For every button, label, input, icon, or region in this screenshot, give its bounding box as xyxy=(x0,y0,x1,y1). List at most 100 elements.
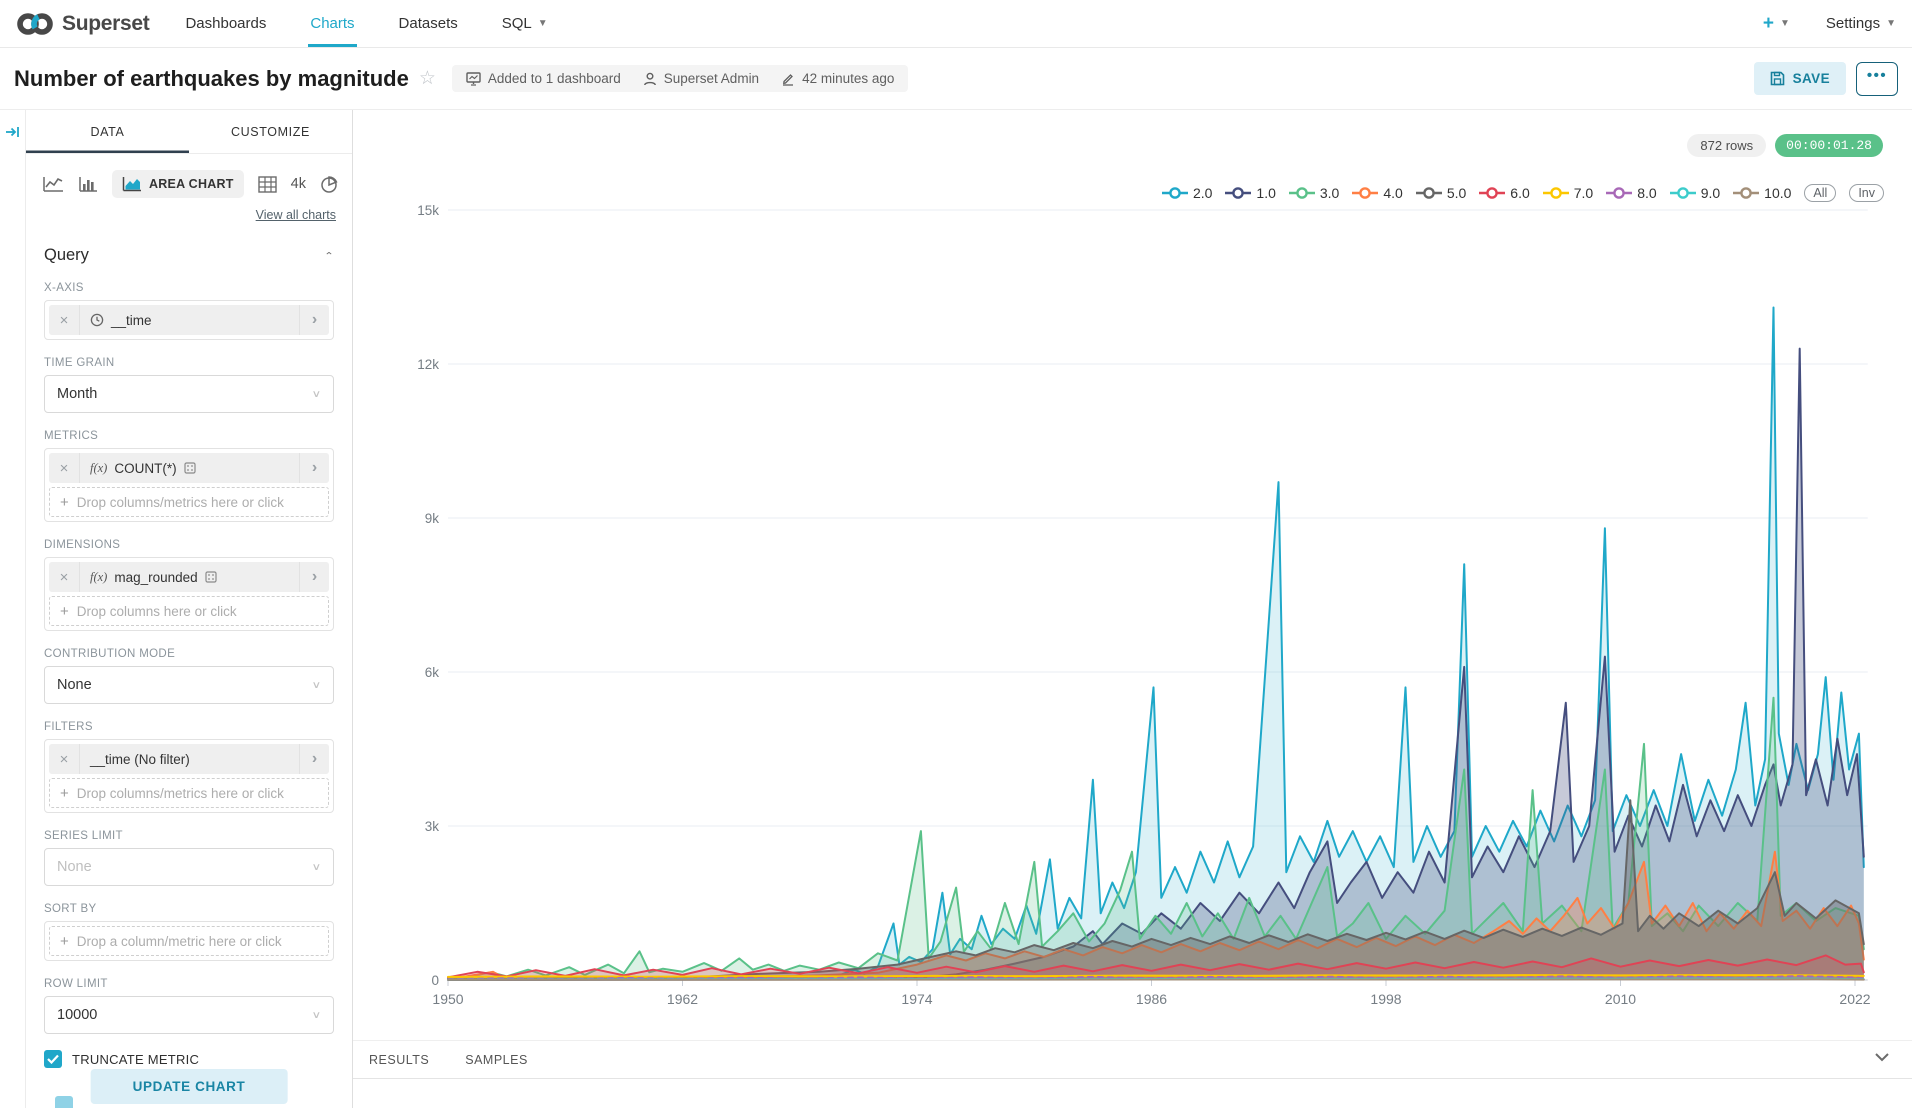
caret-down-icon: ▼ xyxy=(1780,18,1790,29)
data-panel: DATA CUSTOMIZE AREA CHART 4k View all ch… xyxy=(26,110,353,1108)
svg-text:1986: 1986 xyxy=(1136,991,1167,1007)
user-icon xyxy=(643,72,657,86)
svg-text:1962: 1962 xyxy=(667,991,698,1007)
svg-text:9k: 9k xyxy=(425,511,440,526)
chevron-up-icon[interactable]: ⌃ xyxy=(324,250,334,261)
control-label: DIMENSIONS xyxy=(44,539,334,551)
filter-pill[interactable]: × __time (No filter) › xyxy=(49,744,329,774)
function-icon: f(x) xyxy=(90,461,107,476)
caret-down-icon: ∨ xyxy=(311,861,321,873)
svg-text:15k: 15k xyxy=(417,203,439,218)
check-icon xyxy=(47,1054,59,1064)
dashboard-icon xyxy=(466,72,481,86)
tab-samples[interactable]: SAMPLES xyxy=(465,1053,528,1067)
plus-icon: + xyxy=(60,494,69,511)
nav-sql[interactable]: SQL▼ xyxy=(500,0,550,47)
query-title: Query xyxy=(44,246,89,265)
chevron-right-icon[interactable]: › xyxy=(299,453,329,483)
save-button[interactable]: SAVE xyxy=(1754,62,1846,95)
remove-icon[interactable]: × xyxy=(49,562,80,592)
tab-data[interactable]: DATA xyxy=(26,110,189,153)
chart-header: Number of earthquakes by magnitude ☆ Add… xyxy=(0,48,1912,110)
chevron-right-icon[interactable]: › xyxy=(299,305,329,335)
caret-down-icon: ▼ xyxy=(538,18,548,29)
time-grain-select[interactable]: Month ∨ xyxy=(44,375,334,413)
caret-down-icon: ∨ xyxy=(311,679,321,691)
chevron-right-icon[interactable]: › xyxy=(299,562,329,592)
plus-icon: + xyxy=(60,933,69,950)
contribution-mode-select[interactable]: None ∨ xyxy=(44,666,334,704)
svg-text:3k: 3k xyxy=(425,819,440,834)
tab-results[interactable]: RESULTS xyxy=(369,1053,429,1067)
remove-icon[interactable]: × xyxy=(49,305,80,335)
area-chart-button[interactable]: AREA CHART xyxy=(112,170,244,198)
remove-icon[interactable]: × xyxy=(49,744,80,774)
dashboard-count[interactable]: Added to 1 dashboard xyxy=(466,71,621,86)
control-label: FILTERS xyxy=(44,721,334,733)
svg-text:2022: 2022 xyxy=(1839,991,1870,1007)
metric-pill[interactable]: × f(x) COUNT(*) › xyxy=(49,453,329,483)
page-title: Number of earthquakes by magnitude xyxy=(14,66,409,92)
truncate-metric-checkbox[interactable] xyxy=(44,1050,62,1068)
chart-meta: Added to 1 dashboard Superset Admin 42 m… xyxy=(452,65,908,92)
control-label: X-AXIS xyxy=(44,282,334,294)
viztype-row: AREA CHART 4k xyxy=(42,170,340,198)
svg-text:6k: 6k xyxy=(425,665,440,680)
bar-chart-icon[interactable] xyxy=(78,175,98,193)
results-tabs: RESULTS SAMPLES xyxy=(353,1041,1912,1079)
caret-down-icon: ▼ xyxy=(1886,18,1896,29)
pencil-icon xyxy=(781,72,795,86)
control-series-limit: SERIES LIMIT None ∨ xyxy=(44,830,334,886)
dimension-pill[interactable]: × f(x) mag_rounded › xyxy=(49,562,329,592)
filters-dropzone[interactable]: + Drop columns/metrics here or click xyxy=(49,778,329,808)
table-chart-icon[interactable] xyxy=(258,176,277,193)
chevron-right-icon[interactable]: › xyxy=(299,744,329,774)
more-options-button[interactable]: ••• xyxy=(1856,62,1898,96)
settings-menu[interactable]: Settings▼ xyxy=(1826,15,1896,32)
svg-text:1998: 1998 xyxy=(1370,991,1401,1007)
control-metrics: METRICS × f(x) COUNT(*) › + Drop columns… xyxy=(44,430,334,522)
view-all-charts-link[interactable]: View all charts xyxy=(26,208,336,222)
big-number-chart-icon[interactable]: 4k xyxy=(291,176,306,192)
row-limit-select[interactable]: 10000 ∨ xyxy=(44,996,334,1034)
caret-down-icon: ∨ xyxy=(311,1009,321,1021)
new-item-button[interactable]: +▼ xyxy=(1763,13,1790,35)
dimensions-dropzone[interactable]: + Drop columns here or click xyxy=(49,596,329,626)
control-dimensions: DIMENSIONS × f(x) mag_rounded › + Drop c… xyxy=(44,539,334,631)
navbar: Superset Dashboards Charts Datasets SQL▼… xyxy=(0,0,1912,48)
certified-grid-icon xyxy=(184,462,196,474)
nav-datasets[interactable]: Datasets xyxy=(397,0,460,47)
favorite-star-icon[interactable]: ☆ xyxy=(419,67,436,90)
collapse-results-icon[interactable] xyxy=(1874,1049,1890,1067)
nav-charts[interactable]: Charts xyxy=(308,0,356,47)
control-x-axis: X-AXIS × __time › xyxy=(44,282,334,340)
series-limit-select[interactable]: None ∨ xyxy=(44,848,334,886)
pie-chart-icon[interactable] xyxy=(320,175,339,194)
control-label: METRICS xyxy=(44,430,334,442)
sort-by-dropzone[interactable]: + Drop a column/metric here or click xyxy=(49,926,329,956)
control-contribution-mode: CONTRIBUTION MODE None ∨ xyxy=(44,648,334,704)
truncate-metric-row: TRUNCATE METRIC xyxy=(44,1050,334,1068)
tab-customize[interactable]: CUSTOMIZE xyxy=(189,110,352,153)
superset-logo[interactable]: Superset xyxy=(16,0,149,47)
metrics-dropzone[interactable]: + Drop columns/metrics here or click xyxy=(49,487,329,517)
query-section-header: Query ⌃ xyxy=(44,246,334,265)
nav-dashboards[interactable]: Dashboards xyxy=(183,0,268,47)
chart-region: 872 rows 00:00:01.28 2.01.03.04.05.06.07… xyxy=(353,110,1912,1108)
area-chart-icon xyxy=(122,176,142,192)
plus-icon: + xyxy=(60,785,69,802)
truncate-metric-label: TRUNCATE METRIC xyxy=(72,1052,199,1067)
chart-owner[interactable]: Superset Admin xyxy=(643,71,759,86)
partial-checkbox[interactable] xyxy=(55,1096,73,1108)
svg-text:2010: 2010 xyxy=(1605,991,1636,1007)
area-chart-canvas[interactable]: 03k6k9k12k15k195019621974198619982010202… xyxy=(353,110,1912,1040)
collapse-panel-icon[interactable] xyxy=(5,124,21,140)
x-axis-pill[interactable]: × __time › xyxy=(49,305,329,335)
line-chart-icon[interactable] xyxy=(42,175,64,193)
control-sort-by: SORT BY + Drop a column/metric here or c… xyxy=(44,903,334,961)
last-modified[interactable]: 42 minutes ago xyxy=(781,71,894,86)
control-row-limit: ROW LIMIT 10000 ∨ xyxy=(44,978,334,1034)
svg-text:0: 0 xyxy=(431,973,439,988)
update-chart-button[interactable]: UPDATE CHART xyxy=(91,1069,288,1104)
remove-icon[interactable]: × xyxy=(49,453,80,483)
